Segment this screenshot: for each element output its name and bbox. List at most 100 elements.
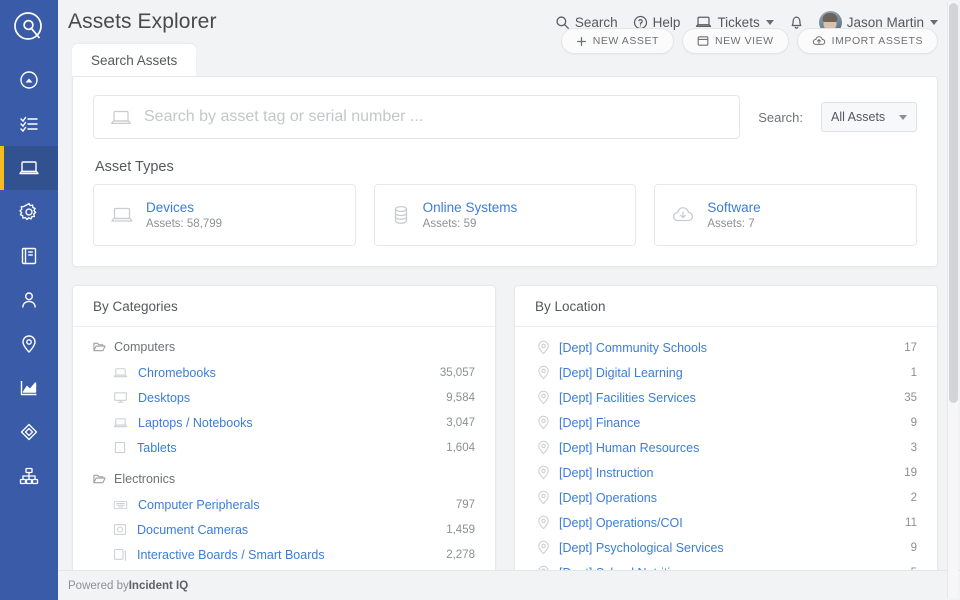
left-sidebar [0, 0, 58, 600]
laptop-icon [110, 205, 134, 225]
category-item-tablets[interactable]: Tablets 1,604 [73, 435, 495, 460]
location-item-instruction[interactable]: [Dept] Instruction 19 [515, 460, 937, 485]
asset-type-card-devices[interactable]: Devices Assets: 58,799 [93, 184, 356, 246]
chevron-down-icon [930, 20, 938, 25]
location-item-community-schools[interactable]: [Dept] Community Schools 17 [515, 335, 937, 360]
search-row: Search by asset tag or serial number ...… [93, 95, 917, 139]
laptop-icon [113, 366, 128, 379]
category-group-computers[interactable]: Computers [73, 333, 495, 360]
location-item-digital-learning[interactable]: [Dept] Digital Learning 1 [515, 360, 937, 385]
sidebar-item-settings[interactable] [0, 190, 58, 234]
category-item-interactive-boards[interactable]: Interactive Boards / Smart Boards 2,278 [73, 542, 495, 567]
category-item-count: 2,278 [446, 549, 475, 561]
dashboard-gauge-icon [19, 70, 39, 90]
cloud-upload-icon [812, 35, 826, 47]
category-group-label: Electronics [114, 472, 175, 486]
category-item-count: 1,459 [446, 524, 475, 536]
tab-label: Search Assets [91, 53, 177, 68]
sidebar-item-analytics[interactable] [0, 366, 58, 410]
category-item-label: Chromebooks [138, 366, 216, 380]
location-item-psychological-services[interactable]: [Dept] Psychological Services 9 [515, 535, 937, 560]
browse-columns: By Categories Computers [72, 285, 938, 570]
sidebar-item-layers[interactable] [0, 410, 58, 454]
sidebar-item-knowledge-base[interactable] [0, 234, 58, 278]
tab-strip: Search Assets NEW ASSET [58, 44, 960, 76]
location-item-facilities-services[interactable]: [Dept] Facilities Services 35 [515, 385, 937, 410]
category-item-desktops[interactable]: Desktops 9,584 [73, 385, 495, 410]
asset-type-title: Devices [146, 200, 222, 215]
location-pin-icon [537, 440, 550, 455]
new-asset-button[interactable]: NEW ASSET [561, 28, 674, 54]
footer-brand: Incident IQ [129, 580, 188, 592]
asset-type-title: Software [707, 200, 760, 215]
category-item-document-cameras[interactable]: Document Cameras 1,459 [73, 517, 495, 542]
location-pin-icon [537, 515, 550, 530]
search-panel: Search by asset tag or serial number ...… [72, 76, 938, 267]
location-item-label: [Dept] Instruction [559, 466, 654, 480]
by-categories-list: Computers Chromebooks 35,057 [73, 327, 495, 570]
location-pin-icon [537, 540, 550, 555]
category-item-count: 3,047 [446, 417, 475, 429]
asset-type-count: Assets: 7 [707, 218, 760, 230]
category-item-count: 35,057 [440, 367, 475, 379]
page-scrollbar-thumb[interactable] [949, 3, 958, 403]
sidebar-item-assets[interactable] [0, 146, 58, 190]
camera-icon [113, 523, 127, 536]
sidebar-item-users[interactable] [0, 278, 58, 322]
app-logo[interactable] [0, 0, 58, 58]
category-item-computer-peripherals[interactable]: Computer Peripherals 797 [73, 492, 495, 517]
folder-open-icon [93, 473, 106, 485]
asset-type-count: Assets: 59 [423, 218, 518, 230]
folder-open-icon [93, 341, 106, 353]
person-users-icon [19, 290, 39, 310]
sidebar-item-hierarchy[interactable] [0, 454, 58, 498]
search-scope-label: Search: [758, 110, 803, 125]
location-item-count: 9 [911, 542, 917, 554]
asset-types-title: Asset Types [95, 159, 917, 175]
location-item-count: 17 [904, 342, 917, 354]
location-item-finance[interactable]: [Dept] Finance 9 [515, 410, 937, 435]
sidebar-item-locations[interactable] [0, 322, 58, 366]
tab-search-assets[interactable]: Search Assets [72, 44, 196, 76]
tablet-icon [113, 441, 127, 454]
location-item-operations-coi[interactable]: [Dept] Operations/COI 11 [515, 510, 937, 535]
database-icon [391, 204, 411, 226]
chevron-down-icon [766, 20, 774, 25]
location-item-label: [Dept] Digital Learning [559, 366, 683, 380]
search-input[interactable]: Search by asset tag or serial number ... [144, 108, 423, 126]
location-item-count: 9 [911, 417, 917, 429]
location-pin-icon [537, 340, 550, 355]
page-scrollbar[interactable] [947, 2, 958, 598]
location-item-count: 3 [911, 442, 917, 454]
category-item-interactive-slates[interactable]: Interactive Slates 411 [73, 567, 495, 570]
window-icon [697, 35, 709, 47]
book-knowledge-icon [19, 246, 39, 266]
category-item-chromebooks[interactable]: Chromebooks 35,057 [73, 360, 495, 385]
category-item-laptops-notebooks[interactable]: Laptops / Notebooks 3,047 [73, 410, 495, 435]
search-input-wrapper[interactable]: Search by asset tag or serial number ... [93, 95, 740, 139]
asset-type-card-software[interactable]: Software Assets: 7 [654, 184, 917, 246]
location-item-operations[interactable]: [Dept] Operations 2 [515, 485, 937, 510]
chevron-down-icon [899, 115, 907, 120]
search-scope-value: All Assets [831, 110, 885, 124]
ticket-list-icon [19, 114, 39, 134]
layers-diamond-icon [19, 422, 39, 442]
location-item-school-nutrition[interactable]: [Dept] School Nutrition 5 [515, 560, 937, 570]
sidebar-item-dashboard[interactable] [0, 58, 58, 102]
location-pin-icon [537, 415, 550, 430]
location-item-label: [Dept] School Nutrition [559, 566, 684, 571]
sidebar-item-tickets[interactable] [0, 102, 58, 146]
laptop-assets-icon [18, 157, 40, 179]
location-pin-icon [537, 565, 550, 570]
keyboard-icon [113, 499, 128, 511]
category-group-electronics[interactable]: Electronics [73, 465, 495, 492]
by-location-list: [Dept] Community Schools 17 [Dept] Digit… [515, 327, 937, 570]
location-item-count: 2 [911, 492, 917, 504]
asset-type-card-online-systems[interactable]: Online Systems Assets: 59 [374, 184, 637, 246]
category-item-label: Document Cameras [137, 523, 248, 537]
search-scope-select[interactable]: All Assets [821, 102, 917, 132]
import-assets-button[interactable]: IMPORT ASSETS [797, 28, 938, 54]
new-view-button[interactable]: NEW VIEW [682, 28, 789, 54]
location-item-human-resources[interactable]: [Dept] Human Resources 3 [515, 435, 937, 460]
category-item-count: 797 [456, 499, 475, 511]
